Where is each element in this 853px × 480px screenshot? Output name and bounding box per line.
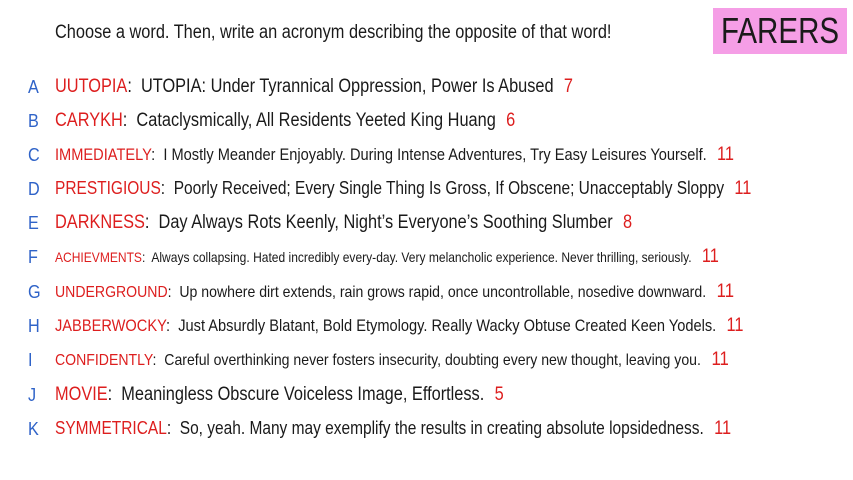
entry-acronym: Cataclysmically, All Residents Yeeted Ki… — [136, 110, 496, 131]
entry-word: DARKNESS — [55, 212, 145, 233]
entry-letter: G — [28, 281, 41, 302]
entry-letter-count: 11 — [711, 349, 729, 370]
entry-letter: I — [28, 349, 33, 370]
entry-acronym: UTOPIA: Under Tyrannical Oppression, Pow… — [140, 76, 554, 97]
entry-letter: H — [28, 315, 40, 336]
entry-letter: E — [28, 212, 39, 233]
entry-content: PRESTIGIOUS: Poorly Received; Every Sing… — [55, 178, 752, 199]
entry-letter-count: 7 — [563, 76, 574, 97]
entry-word: MOVIE — [55, 384, 108, 405]
entry-acronym: Day Always Rots Keenly, Night’s Everyone… — [158, 212, 613, 233]
entry-content: UUTOPIA: UTOPIA: Under Tyrannical Oppres… — [55, 76, 574, 97]
entry-letter: D — [28, 178, 40, 199]
entry-letter: F — [28, 246, 38, 267]
entry-content: JABBERWOCKY: Just Absurdly Blatant, Bold… — [55, 315, 744, 336]
entry-row: E DARKNESS: Day Always Rots Keenly, Nigh… — [0, 208, 853, 238]
entry-content: SYMMETRICAL: So, yeah. Many may exemplif… — [55, 418, 732, 439]
entry-letter-count: 11 — [714, 418, 732, 439]
entry-word: IMMEDIATELY — [55, 145, 152, 164]
entry-content: ACHIEVMENTS: Always collapsing. Hated in… — [55, 246, 719, 267]
entry-letter: C — [28, 144, 40, 165]
entry-row: J MOVIE: Meaningless Obscure Voiceless I… — [0, 380, 853, 410]
entry-row: F ACHIEVMENTS: Always collapsing. Hated … — [0, 242, 853, 272]
entry-row: B CARYKH: Cataclysmically, All Residents… — [0, 106, 853, 136]
entry-letter: A — [28, 76, 39, 97]
entry-row: A UUTOPIA: UTOPIA: Under Tyrannical Oppr… — [0, 72, 853, 102]
entry-letter: K — [28, 418, 39, 439]
entry-acronym: Meaningless Obscure Voiceless Image, Eff… — [121, 384, 485, 405]
entry-acronym: Up nowhere dirt extends, rain grows rapi… — [179, 284, 707, 301]
entry-acronym: Poorly Received; Every Single Thing Is G… — [173, 178, 725, 198]
entry-letter-count: 11 — [701, 246, 719, 267]
entry-row: G UNDERGROUND: Up nowhere dirt extends, … — [0, 277, 853, 307]
entry-word: CARYKH — [55, 110, 123, 131]
team-name: FARERS — [720, 10, 840, 51]
entry-word: ACHIEVMENTS — [55, 249, 142, 265]
entry-letter-count: 6 — [506, 110, 516, 131]
team-name-badge: FARERS — [713, 8, 847, 54]
entry-letter-count: 11 — [716, 281, 735, 302]
entry-acronym: Careful overthinking never fosters insec… — [164, 352, 701, 369]
entry-content: DARKNESS: Day Always Rots Keenly, Night’… — [55, 212, 633, 233]
entry-row: H JABBERWOCKY: Just Absurdly Blatant, Bo… — [0, 311, 853, 341]
entry-word: UUTOPIA — [55, 76, 128, 97]
entry-letter-count: 11 — [726, 315, 744, 336]
entry-row: K SYMMETRICAL: So, yeah. Many may exempl… — [0, 414, 853, 444]
entry-word: SYMMETRICAL — [55, 418, 167, 438]
entry-row: D PRESTIGIOUS: Poorly Received; Every Si… — [0, 174, 853, 204]
entry-letter: J — [28, 384, 37, 405]
entry-content: IMMEDIATELY: I Mostly Meander Enjoyably.… — [55, 144, 734, 165]
entry-acronym: So, yeah. Many may exemplify the results… — [179, 418, 704, 438]
entry-content: UNDERGROUND: Up nowhere dirt extends, ra… — [55, 281, 735, 302]
entry-acronym: Just Absurdly Blatant, Bold Etymology. R… — [178, 316, 717, 335]
entry-letter-count: 11 — [717, 144, 734, 165]
instruction-text: Choose a word. Then, write an acronym de… — [55, 22, 612, 43]
entry-word: CONFIDENTLY — [55, 352, 153, 369]
entry-content: MOVIE: Meaningless Obscure Voiceless Ima… — [55, 384, 504, 405]
entry-word: JABBERWOCKY — [55, 316, 167, 335]
entry-content: CARYKH: Cataclysmically, All Residents Y… — [55, 110, 516, 131]
entry-row: C IMMEDIATELY: I Mostly Meander Enjoyabl… — [0, 140, 853, 170]
entry-acronym: Always collapsing. Hated incredibly ever… — [151, 249, 692, 265]
entry-acronym: I Mostly Meander Enjoyably. During Inten… — [163, 145, 707, 164]
entry-content: CONFIDENTLY: Careful overthinking never … — [55, 349, 729, 370]
entry-letter: B — [28, 110, 39, 131]
entry-letter-count: 11 — [734, 178, 752, 199]
entry-letter-count: 5 — [494, 384, 504, 405]
entry-letter-count: 8 — [622, 212, 633, 233]
entry-row: I CONFIDENTLY: Careful overthinking neve… — [0, 345, 853, 375]
entry-word: UNDERGROUND — [55, 284, 168, 301]
entry-word: PRESTIGIOUS — [55, 178, 161, 198]
